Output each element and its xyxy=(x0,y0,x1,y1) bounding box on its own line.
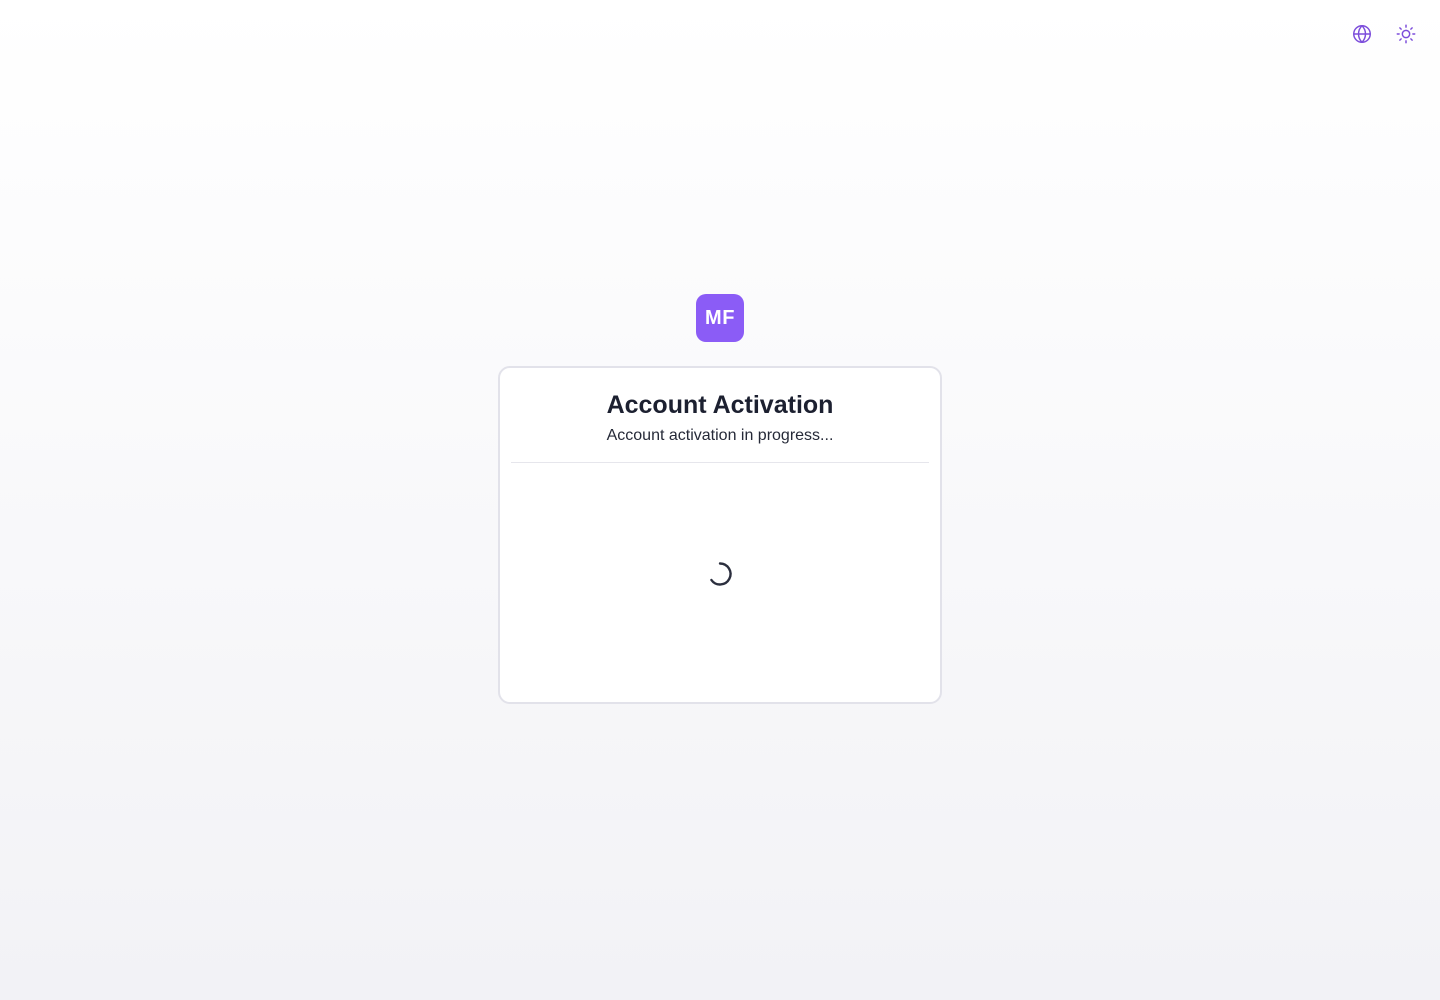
card-header: Account Activation Account activation in… xyxy=(500,368,940,447)
status-message: Account activation in progress... xyxy=(606,427,834,444)
top-actions xyxy=(1350,22,1418,46)
page-title: Account Activation xyxy=(606,391,834,419)
spinner-icon xyxy=(710,562,732,586)
sun-icon xyxy=(1396,24,1416,44)
theme-toggle-button[interactable] xyxy=(1394,22,1418,46)
globe-icon xyxy=(1353,25,1371,43)
brand-logo: MF xyxy=(696,294,744,342)
activation-container: MF Account Activation Account activation… xyxy=(0,294,1440,704)
language-button[interactable] xyxy=(1350,22,1374,46)
card-body xyxy=(500,463,940,693)
loading-spinner xyxy=(706,560,734,588)
activation-card: Account Activation Account activation in… xyxy=(498,366,942,704)
